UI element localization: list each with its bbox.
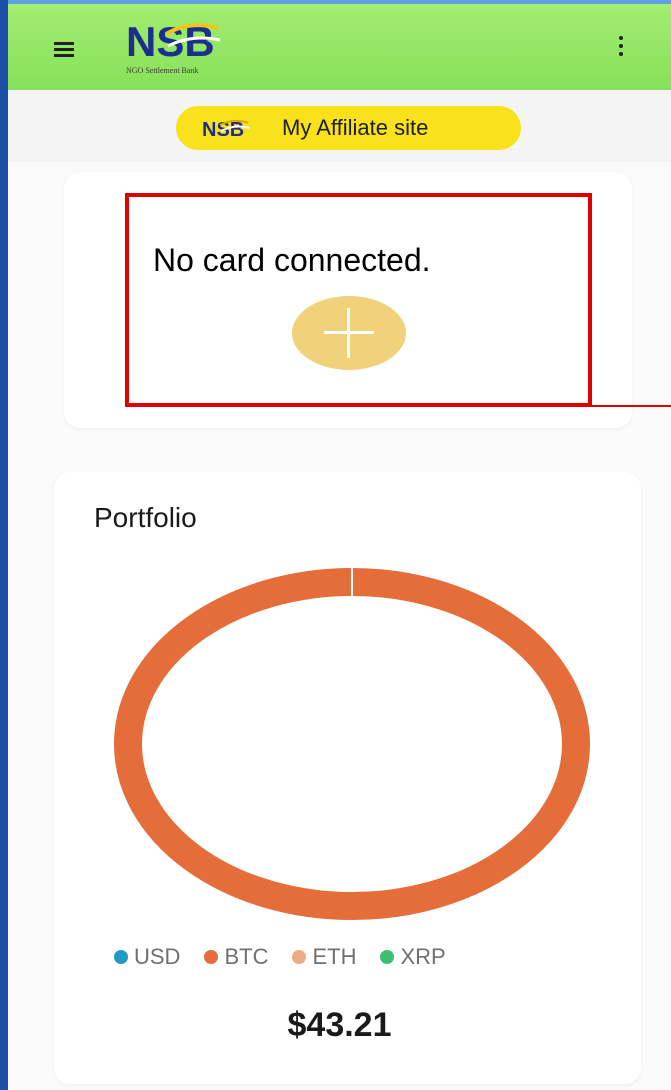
hamburger-menu-icon[interactable] [54,42,74,58]
nsb-logo[interactable]: NSB NGO Settlement Bank [126,18,256,78]
portfolio-total: $43.21 [287,1006,392,1044]
more-vertical-icon[interactable] [616,36,626,64]
legend-label: ETH [312,944,357,969]
legend-label: BTC [224,944,269,969]
app-header: NSB NGO Settlement Bank [8,0,671,90]
legend-item-btc[interactable]: BTC [204,944,268,970]
portfolio-title: Portfolio [94,502,197,533]
affiliate-label: My Affiliate site [282,115,429,140]
legend-dot-icon [292,950,307,964]
nsb-logo-mark: NSB [126,18,221,65]
legend-item-usd[interactable]: USD [114,944,180,970]
legend-dot-icon [204,950,219,964]
legend-item-xrp[interactable]: XRP [380,944,446,970]
my-affiliate-site-button[interactable]: NSB My Affiliate site [176,106,521,150]
chart-legend: USD BTC ETH XRP [114,944,470,970]
app-frame: NSB NGO Settlement Bank NSB My Affiliate… [8,0,671,1090]
legend-label: XRP [400,944,446,969]
portfolio-donut-chart [114,568,590,920]
legend-item-eth[interactable]: ETH [292,944,356,970]
legend-dot-icon [380,950,395,964]
red-highlight-box [125,193,592,407]
legend-label: USD [134,944,181,969]
callout-line [592,405,671,407]
nsb-small-logo-icon: NSB [202,119,250,140]
logo-subtitle: NGO Settlement Bank [126,66,199,75]
legend-dot-icon [114,950,128,964]
donut-slice-btc[interactable] [114,568,590,920]
